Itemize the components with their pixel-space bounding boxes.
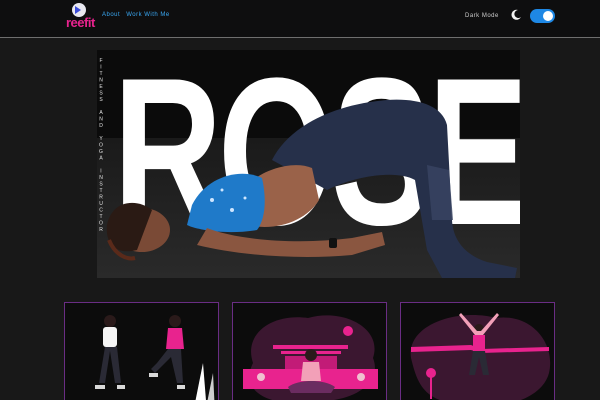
meditation-illustration bbox=[243, 315, 378, 400]
moon-icon bbox=[511, 9, 521, 20]
top-navbar: reefit About Work With Me Dark Mode bbox=[0, 0, 600, 38]
yoga-pose-photo bbox=[106, 99, 517, 278]
service-card-1[interactable] bbox=[64, 302, 219, 400]
two-people-workout-illustration bbox=[95, 315, 215, 400]
toggle-knob bbox=[543, 11, 553, 21]
service-card-2[interactable] bbox=[232, 302, 387, 400]
logo[interactable]: reefit bbox=[66, 3, 98, 33]
logo-text: reefit bbox=[66, 15, 95, 30]
dark-mode-toggle[interactable] bbox=[530, 9, 555, 23]
hero-subtitle: FITNESS AND YOGA INSTRUCTOR bbox=[98, 58, 104, 234]
main-nav: About Work With Me bbox=[102, 12, 170, 18]
nav-link-about[interactable]: About bbox=[102, 12, 120, 18]
nav-link-work-with-me[interactable]: Work With Me bbox=[126, 12, 170, 18]
service-card-3[interactable] bbox=[400, 302, 555, 400]
dark-mode-label: Dark Mode bbox=[465, 13, 499, 19]
finish-line-runner-illustration bbox=[410, 313, 551, 400]
